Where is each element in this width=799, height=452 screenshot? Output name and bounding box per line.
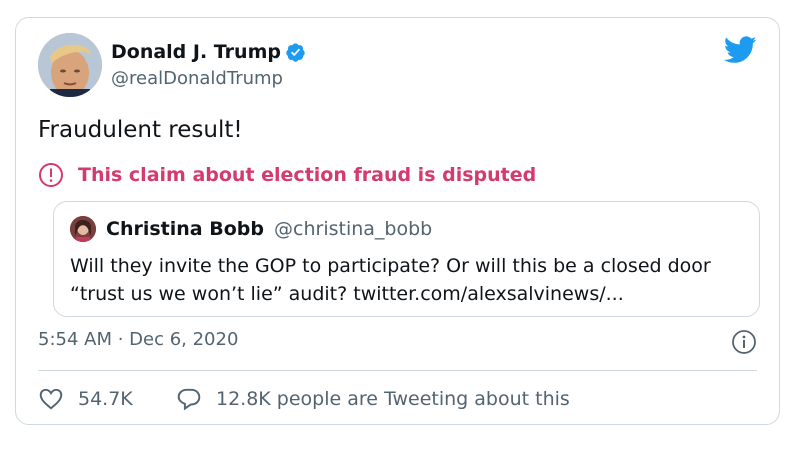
disputed-claim-text[interactable]: This claim about election fraud is dispu… xyxy=(78,164,536,186)
tweet-card[interactable]: Donald J. Trump @realDonaldTrump Fraudul… xyxy=(15,17,780,425)
quote-author-handle[interactable]: @christina_bobb xyxy=(274,218,432,240)
tweet-text: Fraudulent result! xyxy=(38,117,243,143)
quote-header: Christina Bobb @christina_bobb xyxy=(106,217,432,241)
info-icon[interactable] xyxy=(731,329,757,355)
quoted-tweet[interactable]: Christina Bobb @christina_bobb Will they… xyxy=(53,201,760,317)
speech-bubble-icon xyxy=(177,388,201,411)
author-avatar[interactable] xyxy=(38,33,102,97)
avatar-image xyxy=(38,33,102,97)
quote-avatar-image xyxy=(70,216,96,242)
reply-button[interactable]: 12.8K people are Tweeting about this xyxy=(176,386,570,412)
divider xyxy=(38,370,757,371)
author-name[interactable]: Donald J. Trump xyxy=(111,41,306,63)
like-count: 54.7K xyxy=(78,388,133,410)
tweet-timestamp[interactable]: 5:54 AM · Dec 6, 2020 xyxy=(38,328,238,352)
reply-text[interactable]: 12.8K people are Tweeting about this xyxy=(216,387,570,411)
twitter-bird-icon[interactable] xyxy=(724,36,757,64)
author-handle[interactable]: @realDonaldTrump xyxy=(111,68,283,90)
quote-text: Will they invite the GOP to participate?… xyxy=(70,255,711,305)
warning-circle-icon xyxy=(39,163,63,187)
author-name-text[interactable]: Donald J. Trump xyxy=(111,41,281,63)
verified-badge-icon xyxy=(286,42,305,62)
like-button[interactable]: 54.7K xyxy=(38,386,133,412)
disputed-claim-notice[interactable]: This claim about election fraud is dispu… xyxy=(38,162,536,188)
quote-author-name[interactable]: Christina Bobb xyxy=(106,218,264,240)
heart-icon xyxy=(39,388,63,410)
quote-author-avatar[interactable] xyxy=(70,216,96,242)
